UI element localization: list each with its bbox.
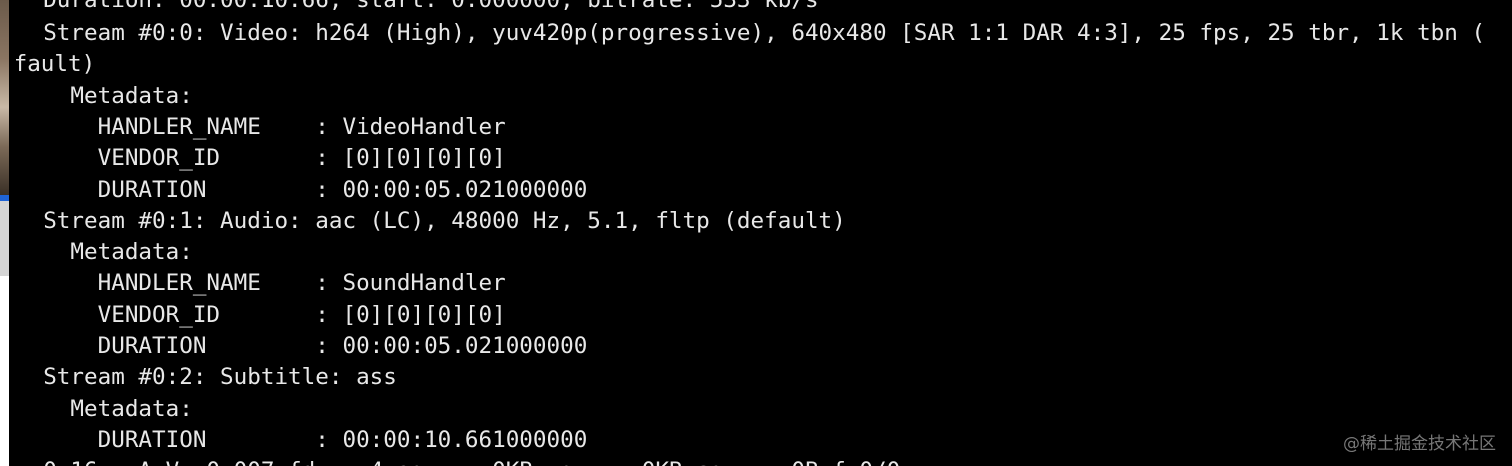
- background-photo-thumbnail: [0, 0, 9, 195]
- terminal-line: Stream #0:2: Subtitle: ass: [16, 364, 397, 390]
- terminal-line: VENDOR_ID : [0][0][0][0]: [16, 302, 506, 328]
- background-panel-white: [0, 276, 9, 466]
- terminal-output[interactable]: Duration: 00:00:10.66, start: 0.000000, …: [16, 0, 1486, 466]
- terminal-line: Stream #0:0: Video: h264 (High), yuv420p…: [16, 20, 1486, 46]
- terminal-line: Duration: 00:00:10.66, start: 0.000000, …: [16, 0, 819, 13]
- terminal-scrollbar[interactable]: [1486, 0, 1512, 466]
- terminal-line: DURATION : 00:00:10.661000000: [16, 427, 588, 453]
- terminal-line: DURATION : 00:00:05.021000000: [16, 333, 588, 359]
- terminal-line: Stream #0:1: Audio: aac (LC), 48000 Hz, …: [16, 208, 846, 234]
- terminal-line: HANDLER_NAME : VideoHandler: [16, 114, 506, 140]
- screenshot-root: Duration: 00:00:10.66, start: 0.000000, …: [0, 0, 1512, 466]
- terminal-line: 0:16 A-V: 0.007 fd= 4 aq= 0KB vq= 0KB sq…: [16, 456, 900, 466]
- background-panel: [0, 201, 9, 276]
- terminal-line: Metadata:: [16, 239, 193, 265]
- terminal-line: VENDOR_ID : [0][0][0][0]: [16, 145, 506, 171]
- terminal-line: DURATION : 00:00:05.021000000: [16, 177, 588, 203]
- terminal-line: efault): [16, 51, 96, 77]
- terminal-line: Metadata:: [16, 396, 193, 422]
- watermark-text: @稀土掘金技术社区: [1343, 434, 1496, 454]
- terminal-line: HANDLER_NAME : SoundHandler: [16, 270, 506, 296]
- background-window-strip: [0, 0, 9, 466]
- terminal-line: Metadata:: [16, 83, 193, 109]
